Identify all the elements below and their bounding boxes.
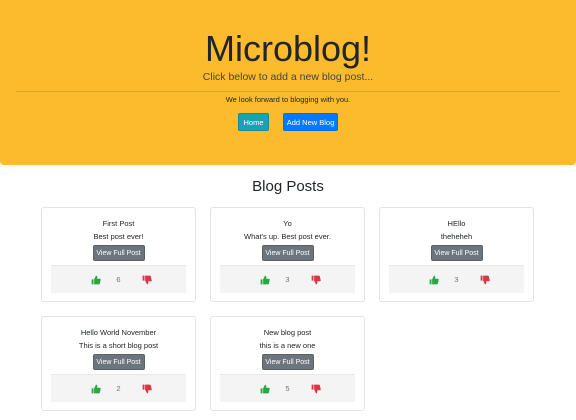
page-title: Microblog! — [204, 28, 372, 69]
vote-count: 6 — [116, 275, 121, 284]
thumbs-down-icon[interactable] — [311, 384, 321, 394]
post-description: theheheh — [440, 232, 473, 241]
thumbs-up-icon[interactable] — [429, 275, 439, 285]
vote-count: 3 — [285, 275, 290, 284]
post-description: this is a new one — [259, 341, 316, 350]
post-title: New blog post — [263, 328, 312, 337]
vote-bar: 5 — [220, 374, 355, 402]
view-full-post-button[interactable]: View Full Post — [261, 245, 314, 261]
post-title: Hello World November — [80, 328, 157, 337]
blog-post-card: HEllo theheheh View Full Post 3 — [379, 207, 534, 302]
thumbs-up-icon[interactable] — [91, 275, 101, 285]
view-full-post-button[interactable]: View Full Post — [92, 354, 145, 370]
thumbs-down-icon[interactable] — [142, 275, 152, 285]
post-description: This is a short blog post — [78, 341, 159, 350]
post-title: First Post — [102, 219, 135, 228]
blog-post-card: New blog post this is a new one View Ful… — [210, 316, 365, 411]
post-description: Best post ever! — [93, 232, 144, 241]
view-full-post-button[interactable]: View Full Post — [261, 354, 314, 370]
thumbs-down-icon[interactable] — [142, 384, 152, 394]
post-title: Yo — [283, 219, 292, 228]
vote-bar: 2 — [51, 374, 186, 402]
header-welcome-text: We look forward to blogging with you. — [225, 95, 351, 104]
thumbs-down-icon[interactable] — [311, 275, 321, 285]
view-full-post-button[interactable]: View Full Post — [92, 245, 145, 261]
thumbs-up-icon[interactable] — [260, 275, 270, 285]
header-divider — [16, 91, 560, 92]
header-lead-text: Click below to add a new blog post... — [202, 71, 374, 83]
blog-post-card: First Post Best post ever! View Full Pos… — [41, 207, 196, 302]
vote-bar: 3 — [389, 265, 524, 293]
vote-bar: 6 — [51, 265, 186, 293]
header-jumbotron: Microblog! Click below to add a new blog… — [0, 0, 576, 165]
post-description: What's up. Best post ever. — [244, 232, 331, 241]
vote-count: 2 — [116, 384, 121, 393]
blog-post-card: Yo What's up. Best post ever. View Full … — [210, 207, 365, 302]
vote-count: 3 — [454, 275, 459, 284]
add-new-blog-button[interactable]: Add New Blog — [283, 113, 338, 131]
vote-count: 5 — [285, 384, 290, 393]
blog-post-card: Hello World November This is a short blo… — [41, 316, 196, 411]
blog-posts-heading: Blog Posts — [252, 178, 324, 195]
post-title: HEllo — [447, 219, 466, 228]
thumbs-up-icon[interactable] — [260, 384, 270, 394]
thumbs-up-icon[interactable] — [91, 384, 101, 394]
home-button[interactable]: Home — [238, 113, 269, 131]
vote-bar: 3 — [220, 265, 355, 293]
thumbs-down-icon[interactable] — [480, 275, 490, 285]
view-full-post-button[interactable]: View Full Post — [430, 245, 483, 261]
